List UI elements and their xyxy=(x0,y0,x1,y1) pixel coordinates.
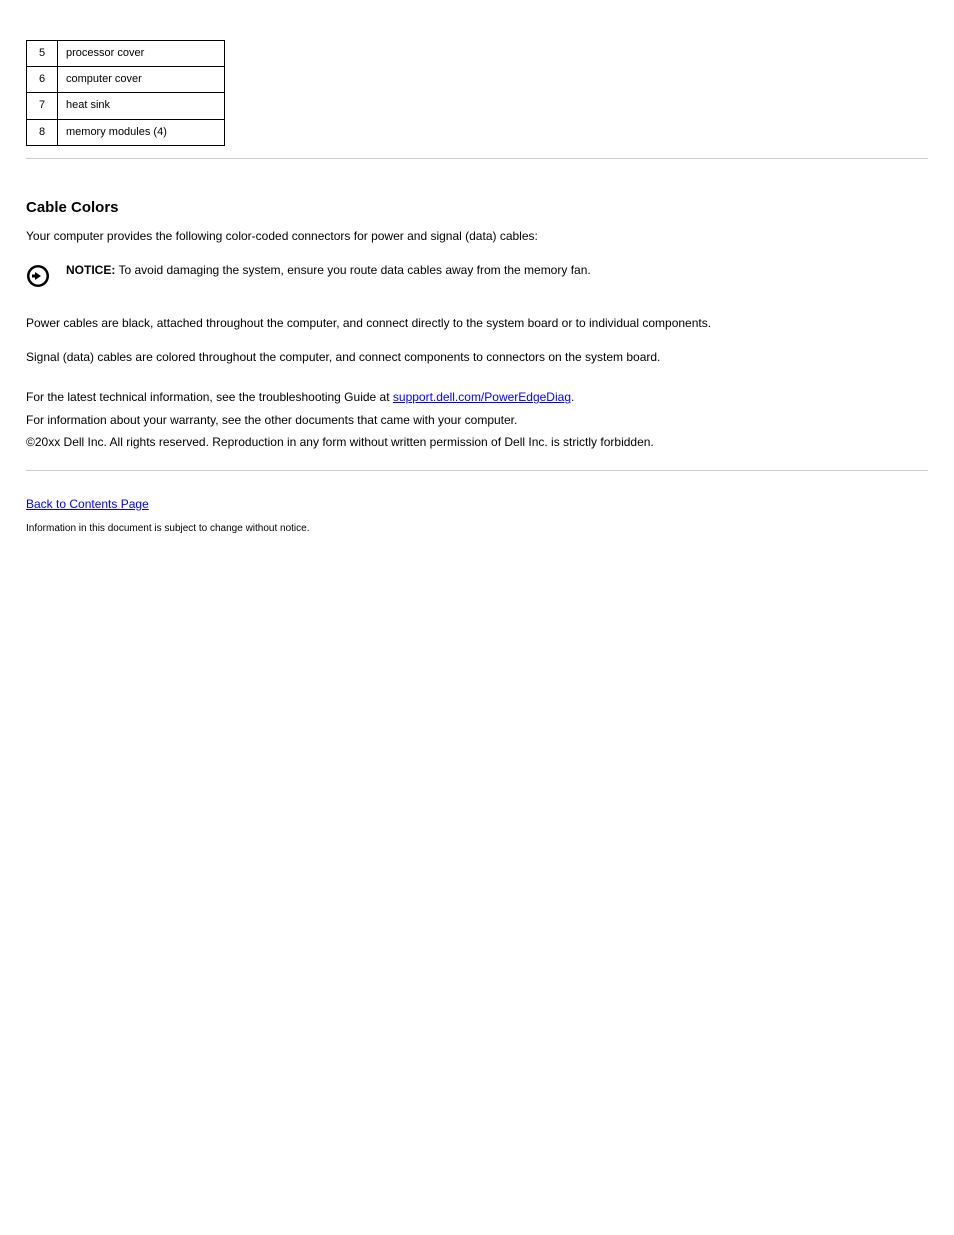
support-line: ©20xx Dell Inc. All rights reserved. Rep… xyxy=(26,434,928,450)
bullet-text: Signal (data) cables are colored through… xyxy=(26,349,928,365)
callout-table: 5 processor cover 6 computer cover 7 hea… xyxy=(26,40,225,146)
page: 5 processor cover 6 computer cover 7 hea… xyxy=(0,0,954,1235)
support-block: For the latest technical information, se… xyxy=(26,389,928,450)
footer: Back to Contents Page Information in thi… xyxy=(26,497,928,534)
footer-disclaimer: Information in this document is subject … xyxy=(26,523,928,534)
callout-code: 7 xyxy=(27,93,58,119)
notice: NOTICE: To avoid damaging the system, en… xyxy=(26,262,928,291)
callout-label: memory modules (4) xyxy=(58,119,225,145)
callout-code: 8 xyxy=(27,119,58,145)
cable-colors-section: Cable Colors Your computer provides the … xyxy=(26,199,928,450)
section-heading: Cable Colors xyxy=(26,199,928,216)
callout-code: 6 xyxy=(27,67,58,93)
support-link[interactable]: support.dell.com/PowerEdgeDiag xyxy=(393,390,571,404)
callout-label: computer cover xyxy=(58,67,225,93)
support-line: For the latest technical information, se… xyxy=(26,389,928,405)
support-pretext: For the latest technical information, se… xyxy=(26,390,393,404)
table-row: 7 heat sink xyxy=(27,93,225,119)
section-intro: Your computer provides the following col… xyxy=(26,228,928,244)
bullet-text: Power cables are black, attached through… xyxy=(26,315,928,331)
notice-text: NOTICE: To avoid damaging the system, en… xyxy=(66,262,928,278)
divider xyxy=(26,158,928,159)
notice-arrow-icon xyxy=(26,262,66,291)
back-to-contents-link[interactable]: Back to Contents Page xyxy=(26,497,149,511)
support-line: For information about your warranty, see… xyxy=(26,412,928,428)
divider xyxy=(26,470,928,471)
notice-body: To avoid damaging the system, ensure you… xyxy=(115,263,590,277)
table-row: 5 processor cover xyxy=(27,41,225,67)
notice-label: NOTICE: xyxy=(66,263,115,277)
callout-label: heat sink xyxy=(58,93,225,119)
callout-label: processor cover xyxy=(58,41,225,67)
callout-code: 5 xyxy=(27,41,58,67)
table-row: 8 memory modules (4) xyxy=(27,119,225,145)
table-row: 6 computer cover xyxy=(27,67,225,93)
